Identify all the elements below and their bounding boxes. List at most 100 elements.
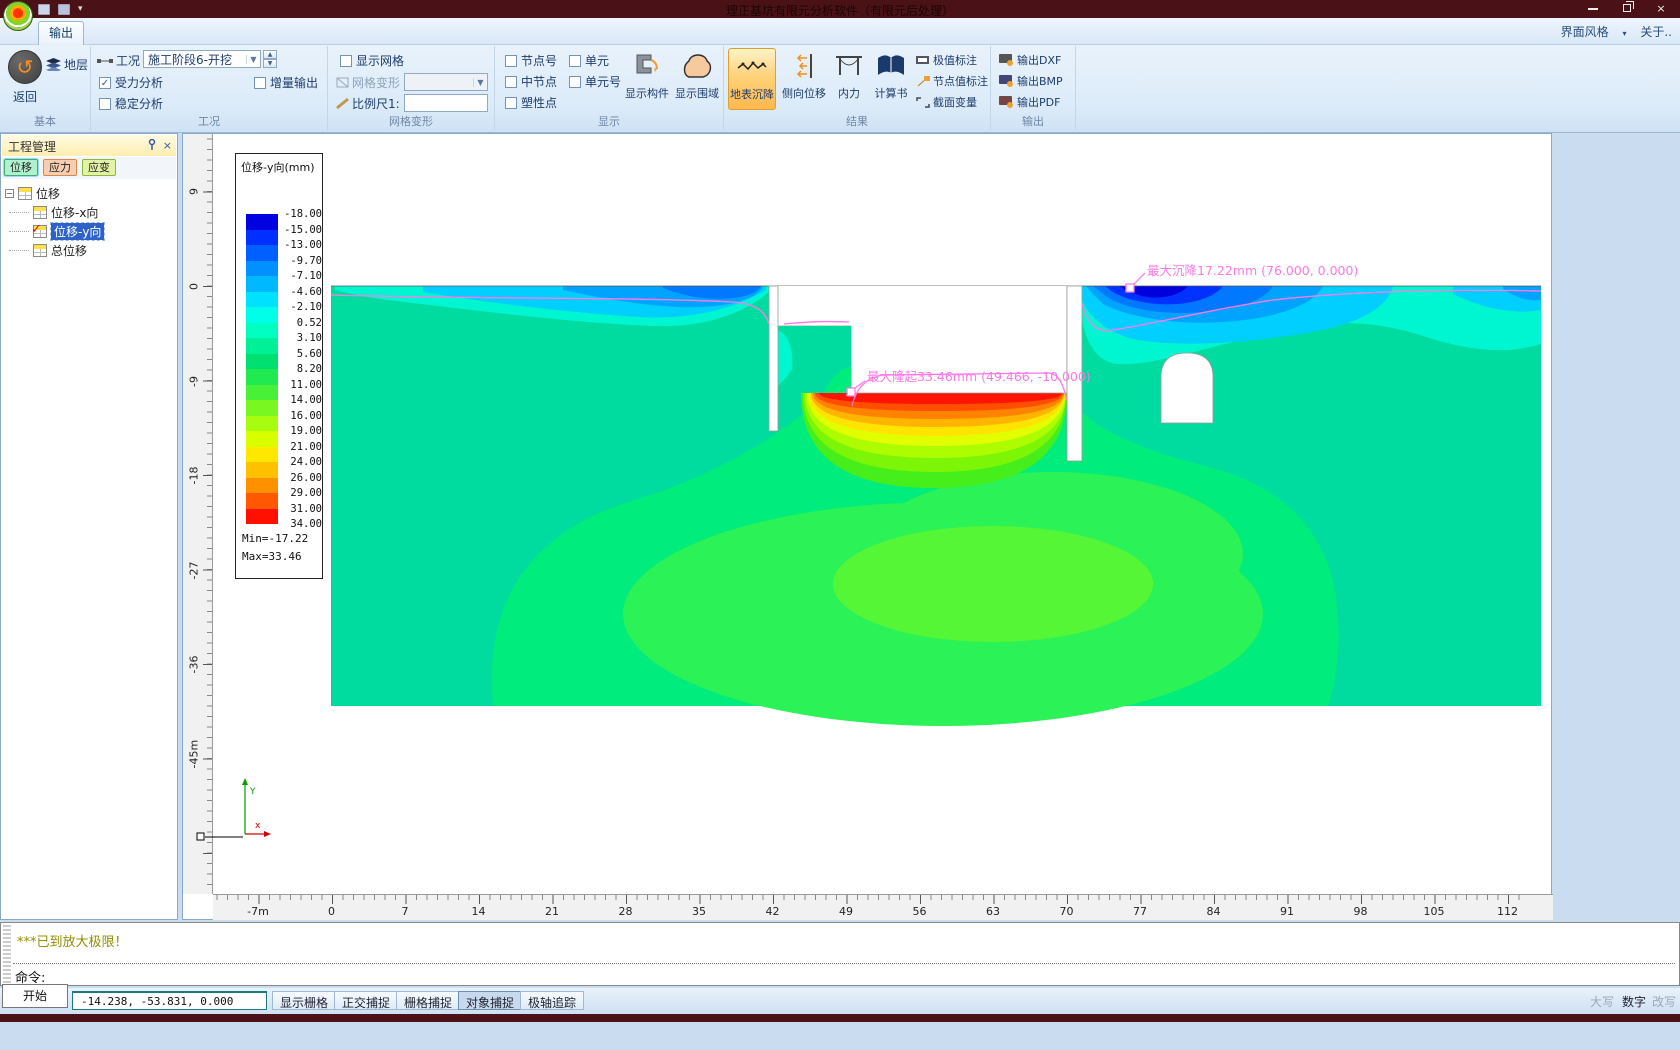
chip-stress[interactable]: 应力 xyxy=(43,159,77,176)
legend-labels: -18.00-15.00-13.00-9.70-7.10-4.60-2.100.… xyxy=(280,214,322,524)
object-snap-toggle[interactable]: 对象捕捉 xyxy=(458,991,522,1010)
legend-color-cell xyxy=(246,478,278,494)
status-bar: -14.238, -53.831, 0.000 显示栅格 正交捕捉 栅格捕捉 对… xyxy=(0,988,1680,1014)
export-dxf-button[interactable]: 输出DXF xyxy=(999,52,1061,68)
section-variable-button[interactable]: 截面变量 xyxy=(916,94,977,110)
force-analysis-checkbox[interactable]: ✓受力分析 xyxy=(99,74,163,91)
export-bmp-button[interactable]: 输出BMP xyxy=(999,73,1063,89)
minimize-button[interactable] xyxy=(1578,1,1608,16)
node-value-annotation-button[interactable]: 节点值标注 xyxy=(916,73,988,89)
legend-bar xyxy=(246,214,278,524)
show-region-button[interactable]: 显示围域 xyxy=(673,48,721,110)
start-tab[interactable]: 开始 xyxy=(2,984,68,1008)
tunnel xyxy=(1161,353,1213,423)
back-button[interactable]: ↺ xyxy=(8,50,42,84)
about-menu[interactable]: 关于.. xyxy=(1640,25,1672,39)
grid-snap-toggle[interactable]: 栅格捕捉 xyxy=(396,991,460,1010)
ruler-icon xyxy=(336,98,349,109)
chevron-down-icon: ▼ xyxy=(246,55,260,64)
chip-strain[interactable]: 应变 xyxy=(82,159,116,176)
node-number-checkbox[interactable]: 节点号 xyxy=(505,52,557,69)
workspace: 工程管理 × 位移 应力 应变 − 位移 位移-x向 ✓ xyxy=(0,133,1680,1050)
legend-value: 16.00 xyxy=(290,410,322,422)
dxf-file-icon xyxy=(999,54,1014,66)
pin-icon[interactable] xyxy=(147,139,157,150)
region-blob-icon xyxy=(681,51,713,83)
element-number-checkbox[interactable]: 单元号 xyxy=(569,73,621,90)
scale-label: 比例尺1: xyxy=(336,95,400,112)
polar-track-toggle[interactable]: 极轴追踪 xyxy=(520,991,584,1010)
coordinate-readout: -14.238, -53.831, 0.000 xyxy=(72,991,267,1010)
internal-force-button[interactable]: 内力 xyxy=(830,48,868,110)
mid-node-checkbox[interactable]: 中节点 xyxy=(505,73,557,90)
report-button[interactable]: 计算书 xyxy=(870,48,912,110)
window-bottom-edge xyxy=(0,1014,1680,1022)
app-logo-icon[interactable] xyxy=(3,1,33,31)
show-member-button[interactable]: 显示构件 xyxy=(623,48,671,110)
strata-button[interactable]: 地层 xyxy=(46,56,88,73)
legend-value: 14.00 xyxy=(290,394,322,406)
collapse-icon[interactable]: − xyxy=(5,189,14,198)
extreme-annotation-button[interactable]: 极值标注 xyxy=(916,52,977,68)
h-ruler-label: 21 xyxy=(527,905,577,918)
legend-color-cell xyxy=(246,307,278,323)
element-checkbox[interactable]: 单元 xyxy=(569,52,609,69)
condition-spinner[interactable]: ▲▼ xyxy=(263,50,277,68)
title-bar: ▾ 理正基坑有限元分析软件（有限元后处理） × xyxy=(0,0,1680,18)
stability-analysis-checkbox[interactable]: 稳定分析 xyxy=(99,95,163,112)
group-output: 输出DXF 输出BMP 输出PDF 输出 xyxy=(991,46,1076,130)
chip-displacement[interactable]: 位移 xyxy=(4,159,38,176)
legend-color-cell xyxy=(246,292,278,308)
command-console[interactable]: ***已到放大极限！ 命令: xyxy=(0,922,1680,986)
export-pdf-button[interactable]: 输出PDF xyxy=(999,94,1060,110)
legend-value: 26.00 xyxy=(290,472,322,484)
legend-value: -9.70 xyxy=(290,255,322,267)
tree-node-displacement-total[interactable]: 总位移 xyxy=(5,241,175,260)
surface-settlement-button[interactable]: 地表沉降 xyxy=(728,48,776,110)
legend-color-cell xyxy=(246,338,278,354)
h-ruler-label: 98 xyxy=(1336,905,1386,918)
tab-output[interactable]: 输出 xyxy=(38,21,84,45)
h-ruler-label: 49 xyxy=(821,905,871,918)
drawing-canvas[interactable]: 90-9-18-27-36-45m -7m0714212835424956637… xyxy=(182,133,1552,920)
left-wall xyxy=(769,286,778,431)
chevron-down-icon: ▼ xyxy=(473,78,487,87)
legend-color-cell xyxy=(246,245,278,261)
legend-color-cell xyxy=(246,462,278,478)
group-basic: ↺ 返回 地层 基本 xyxy=(0,46,91,130)
project-panel-title: 工程管理 xyxy=(8,140,56,154)
ortho-snap-toggle[interactable]: 正交捕捉 xyxy=(334,991,398,1010)
plastic-point-checkbox[interactable]: 塑性点 xyxy=(505,94,557,111)
tree-node-displacement[interactable]: − 位移 xyxy=(5,184,175,203)
h-ruler-label: 112 xyxy=(1483,905,1533,918)
tree-node-displacement-x[interactable]: 位移-x向 xyxy=(5,203,175,222)
show-mesh-checkbox[interactable]: 显示网格 xyxy=(340,52,404,69)
close-button[interactable]: × xyxy=(1646,1,1676,16)
h-ruler-label: 42 xyxy=(748,905,798,918)
legend-color-cell xyxy=(246,431,278,447)
condition-select[interactable]: 施工阶段6-开挖▼ xyxy=(143,50,261,68)
restore-button[interactable] xyxy=(1612,1,1642,16)
mesh-deform-select[interactable]: ▼ xyxy=(404,73,488,91)
layers-icon xyxy=(46,58,61,71)
incremental-output-checkbox[interactable]: 增量输出 xyxy=(254,74,318,91)
project-panel: 工程管理 × 位移 应力 应变 − 位移 位移-x向 ✓ xyxy=(0,133,178,920)
mesh-deform-label: 网格变形 xyxy=(336,74,400,91)
panel-close-icon[interactable]: × xyxy=(163,139,172,152)
legend-value: -7.10 xyxy=(290,270,322,282)
legend-color-cell xyxy=(246,261,278,277)
legend-color-cell xyxy=(246,323,278,339)
stage-icon xyxy=(97,57,113,65)
interface-style-menu[interactable]: 界面风格 ▾ xyxy=(1551,25,1627,39)
legend-value: 29.00 xyxy=(290,487,322,499)
legend-color-cell xyxy=(246,493,278,509)
lateral-displacement-button[interactable]: 侧向位移 xyxy=(780,48,828,110)
console-grip[interactable] xyxy=(3,925,11,983)
tree-node-displacement-y[interactable]: ✓ 位移-y向 xyxy=(5,222,175,241)
show-grid-toggle[interactable]: 显示栅格 xyxy=(272,991,336,1010)
scale-input[interactable] xyxy=(404,94,488,112)
legend-value: 34.00 xyxy=(290,518,322,530)
legend-color-cell xyxy=(246,354,278,370)
h-ruler-label: 63 xyxy=(968,905,1018,918)
condition-label: 工况 xyxy=(97,52,140,69)
